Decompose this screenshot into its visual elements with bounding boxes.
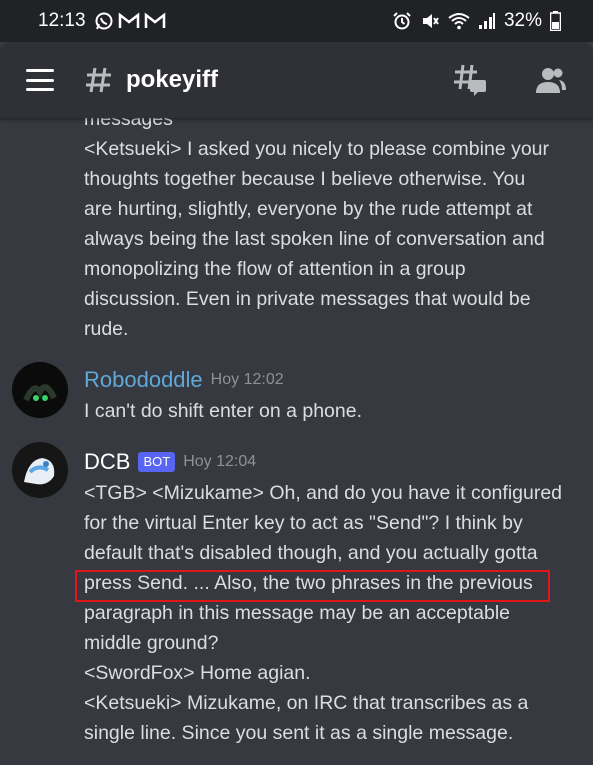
message-line: monopolizing the flow of attention in a …: [84, 258, 466, 280]
username[interactable]: Robododdle: [84, 367, 203, 393]
message-line: I can't do shift enter on a phone.: [84, 400, 362, 422]
highlight-box: [75, 570, 550, 602]
message-line: single line. Since you sent it as a sing…: [84, 722, 514, 744]
alarm-icon: [393, 12, 411, 30]
message-line: for the virtual Enter key to act as "Sen…: [84, 512, 523, 534]
gmail-icon: [118, 12, 139, 28]
bot-tag: BOT: [138, 452, 176, 472]
message-line: <Ketsueki> I asked you nicely to please …: [84, 138, 550, 160]
message-content: <Ketsueki> I asked you nicely to please …: [84, 134, 549, 344]
message-line: messages: [84, 118, 173, 130]
message-line: are hurting, slightly, everyone by the r…: [84, 198, 533, 220]
message-line: <Ketsueki> Mizukame, on IRC that transcr…: [84, 692, 529, 714]
message-line: discussion. Even in private messages tha…: [84, 288, 531, 310]
channel-header: pokeyiff: [0, 42, 593, 118]
members-icon[interactable]: [535, 65, 567, 95]
message: Robododdle Hoy 12:02 I can't do shift en…: [84, 364, 362, 426]
avatar-image: [12, 442, 68, 498]
message-line: default that's disabled though, and you …: [84, 542, 538, 564]
username[interactable]: DCB: [84, 449, 130, 475]
hash-icon: [86, 67, 111, 93]
battery-icon: [550, 11, 561, 31]
status-time: 12:13: [38, 10, 86, 31]
message-list[interactable]: messages <Ketsueki> I asked you nicely t…: [0, 118, 593, 765]
signal-icon: [478, 13, 495, 29]
mute-icon: [422, 14, 439, 28]
message-line: <TGB> <Mizukame> Oh, and do you have it …: [84, 482, 563, 504]
message-line: rude.: [84, 318, 129, 340]
threads-icon[interactable]: [453, 63, 487, 97]
message-line: paragraph in this message may be an acce…: [84, 602, 511, 624]
avatar[interactable]: [12, 442, 68, 498]
whatsapp-icon: [95, 12, 113, 30]
timestamp: Hoy 12:02: [210, 371, 284, 388]
message-line: middle ground?: [84, 632, 219, 654]
battery-percent: 32%: [503, 10, 542, 31]
wifi-icon: [448, 13, 470, 30]
channel-name: pokeyiff: [126, 66, 219, 93]
status-bar: 12:13 32%: [0, 0, 593, 42]
menu-icon[interactable]: [26, 69, 54, 91]
gmail-icon: [144, 12, 165, 28]
message-line: thoughts together because I believe othe…: [84, 168, 526, 190]
timestamp: Hoy 12:04: [183, 453, 257, 470]
avatar[interactable]: [12, 362, 68, 418]
avatar-image: [12, 362, 68, 418]
message-line: always being the last spoken line of con…: [84, 228, 545, 250]
message-line: <SwordFox> Home agian.: [84, 662, 311, 684]
